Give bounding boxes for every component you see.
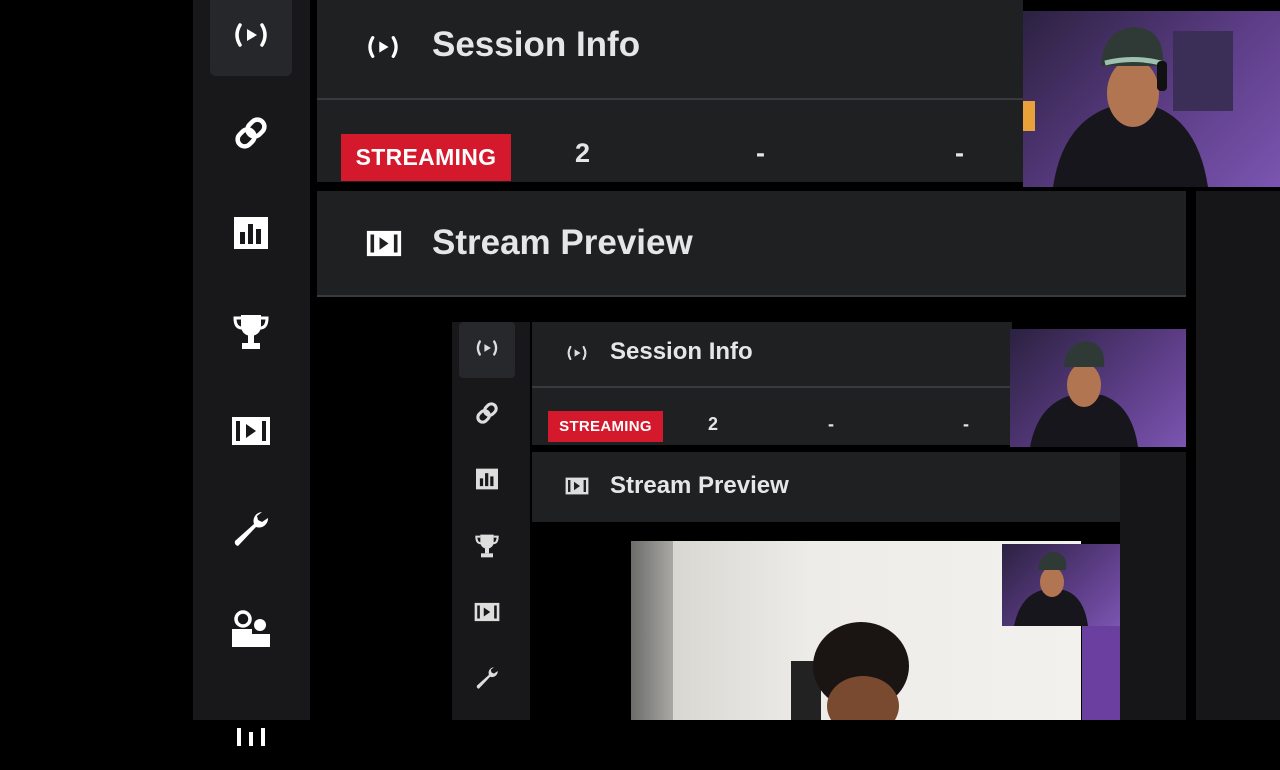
broadcast-icon <box>567 345 587 361</box>
right-gutter <box>1196 191 1280 720</box>
stream-preview-title: Stream Preview <box>432 223 693 262</box>
stat-value: 2 <box>708 414 719 434</box>
inner-purple-strip <box>1082 626 1120 720</box>
nested-session-info-panel: Session Info STREAMING 2 - - <box>532 322 1012 445</box>
chart-icon <box>234 217 268 249</box>
nested-stream-preview-panel: Stream Preview <box>532 452 1120 522</box>
divider <box>317 98 1023 100</box>
sidebar-item-preview[interactable] <box>210 390 292 472</box>
session-info-panel: Session Info STREAMING 2 - - <box>317 0 1023 182</box>
trophy-icon <box>475 534 499 558</box>
video-preview-icon <box>232 417 270 445</box>
nested-session-info-title: Session Info <box>610 338 753 365</box>
stat-value: - <box>828 414 834 434</box>
chart-icon <box>476 468 498 490</box>
inner-webcam-overlay <box>1002 544 1120 626</box>
video-preview-icon <box>366 230 402 257</box>
wrench-icon <box>234 512 269 546</box>
trophy-icon <box>233 315 269 349</box>
video-preview-icon <box>565 477 589 495</box>
status-badge: STREAMING <box>341 134 511 181</box>
divider <box>532 386 1012 388</box>
users-icon <box>232 610 270 647</box>
stat-value: - <box>756 138 765 168</box>
sidebar-item-users[interactable] <box>210 588 292 670</box>
broadcast-icon <box>476 340 498 356</box>
link-icon <box>476 402 498 424</box>
session-info-title: Session Info <box>432 25 641 64</box>
video-preview-icon <box>474 602 500 622</box>
nested-right-gutter <box>1120 452 1186 720</box>
wrench-icon <box>476 667 498 689</box>
streamer-silhouette <box>1014 552 1088 626</box>
broadcast-icon <box>368 36 398 58</box>
broadcast-icon <box>235 23 267 47</box>
streamer-silhouette <box>1053 27 1208 187</box>
stat-value: 2 <box>575 138 591 168</box>
sidebar-item-stats[interactable] <box>210 192 292 274</box>
link-icon <box>235 117 267 149</box>
equalizer-icon <box>237 728 265 746</box>
sidebar <box>193 0 310 746</box>
sidebar-item-achievements[interactable] <box>210 291 292 373</box>
nested-sidebar <box>452 322 530 720</box>
stat-value: - <box>963 414 969 434</box>
sidebar-item-session[interactable] <box>210 0 292 76</box>
streamer-silhouette <box>1030 341 1138 447</box>
nested-stream-preview-title: Stream Preview <box>610 472 789 499</box>
stat-value: - <box>955 138 964 168</box>
webcam-overlay <box>1023 11 1280 187</box>
sidebar-item-tools[interactable] <box>210 488 292 570</box>
sidebar-item-audio[interactable] <box>210 688 292 770</box>
nested-status-badge: STREAMING <box>548 411 663 442</box>
preview-viewport: Session Info STREAMING 2 - - Stream Prev… <box>317 297 1186 720</box>
stream-preview-panel: Stream Preview <box>317 191 1186 296</box>
sidebar-item-links[interactable] <box>210 92 292 174</box>
nested-webcam-overlay <box>1010 329 1186 447</box>
